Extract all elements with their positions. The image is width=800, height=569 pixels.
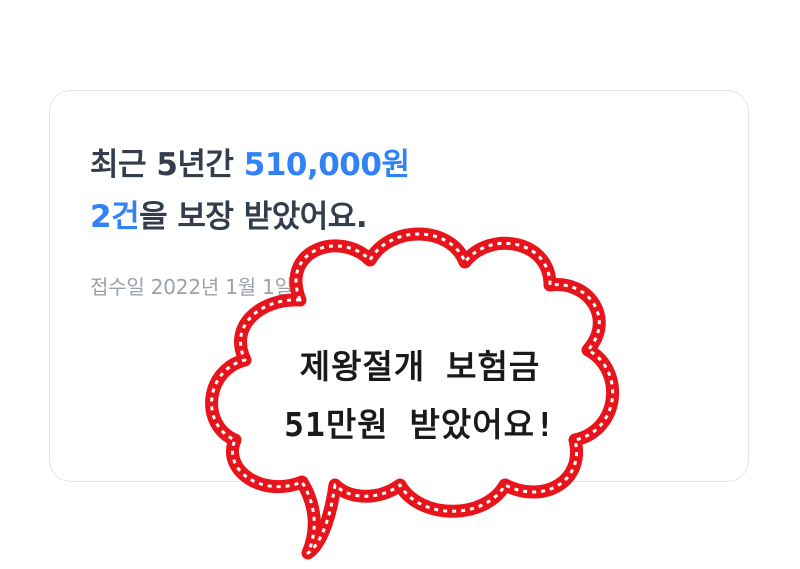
bubble-line-2: 51만원 받았어요! — [284, 405, 556, 444]
bubble-line-1: 제왕절개 보험금 — [299, 347, 541, 386]
speech-bubble-sticker — [205, 227, 620, 560]
bubble-message: 제왕절개 보험금 51만원 받았어요! — [240, 338, 600, 454]
